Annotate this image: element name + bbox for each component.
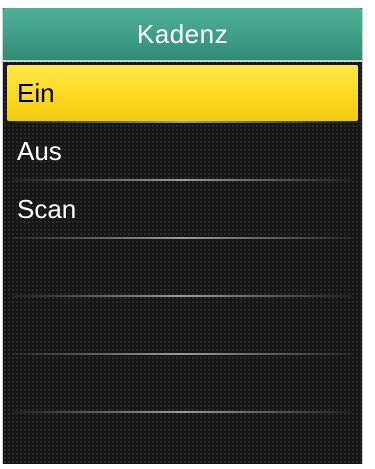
menu-item-label: Aus [17,135,62,166]
empty-menu-row [3,355,362,411]
device-screen: Kadenz Ein Aus Scan [0,0,375,469]
settings-menu: Ein Aus Scan [3,65,362,413]
page-title: Kadenz [136,18,229,49]
empty-menu-row [3,297,362,353]
empty-menu-row [3,239,362,295]
menu-item-scan[interactable]: Scan [7,181,358,237]
menu-item-aus[interactable]: Aus [7,123,358,179]
menu-frame: Kadenz Ein Aus Scan [2,8,363,464]
menu-item-label: Scan [17,193,77,224]
divider [13,411,352,413]
menu-item-ein[interactable]: Ein [7,65,358,121]
title-bar: Kadenz [3,8,362,62]
menu-item-label: Ein [17,77,55,108]
